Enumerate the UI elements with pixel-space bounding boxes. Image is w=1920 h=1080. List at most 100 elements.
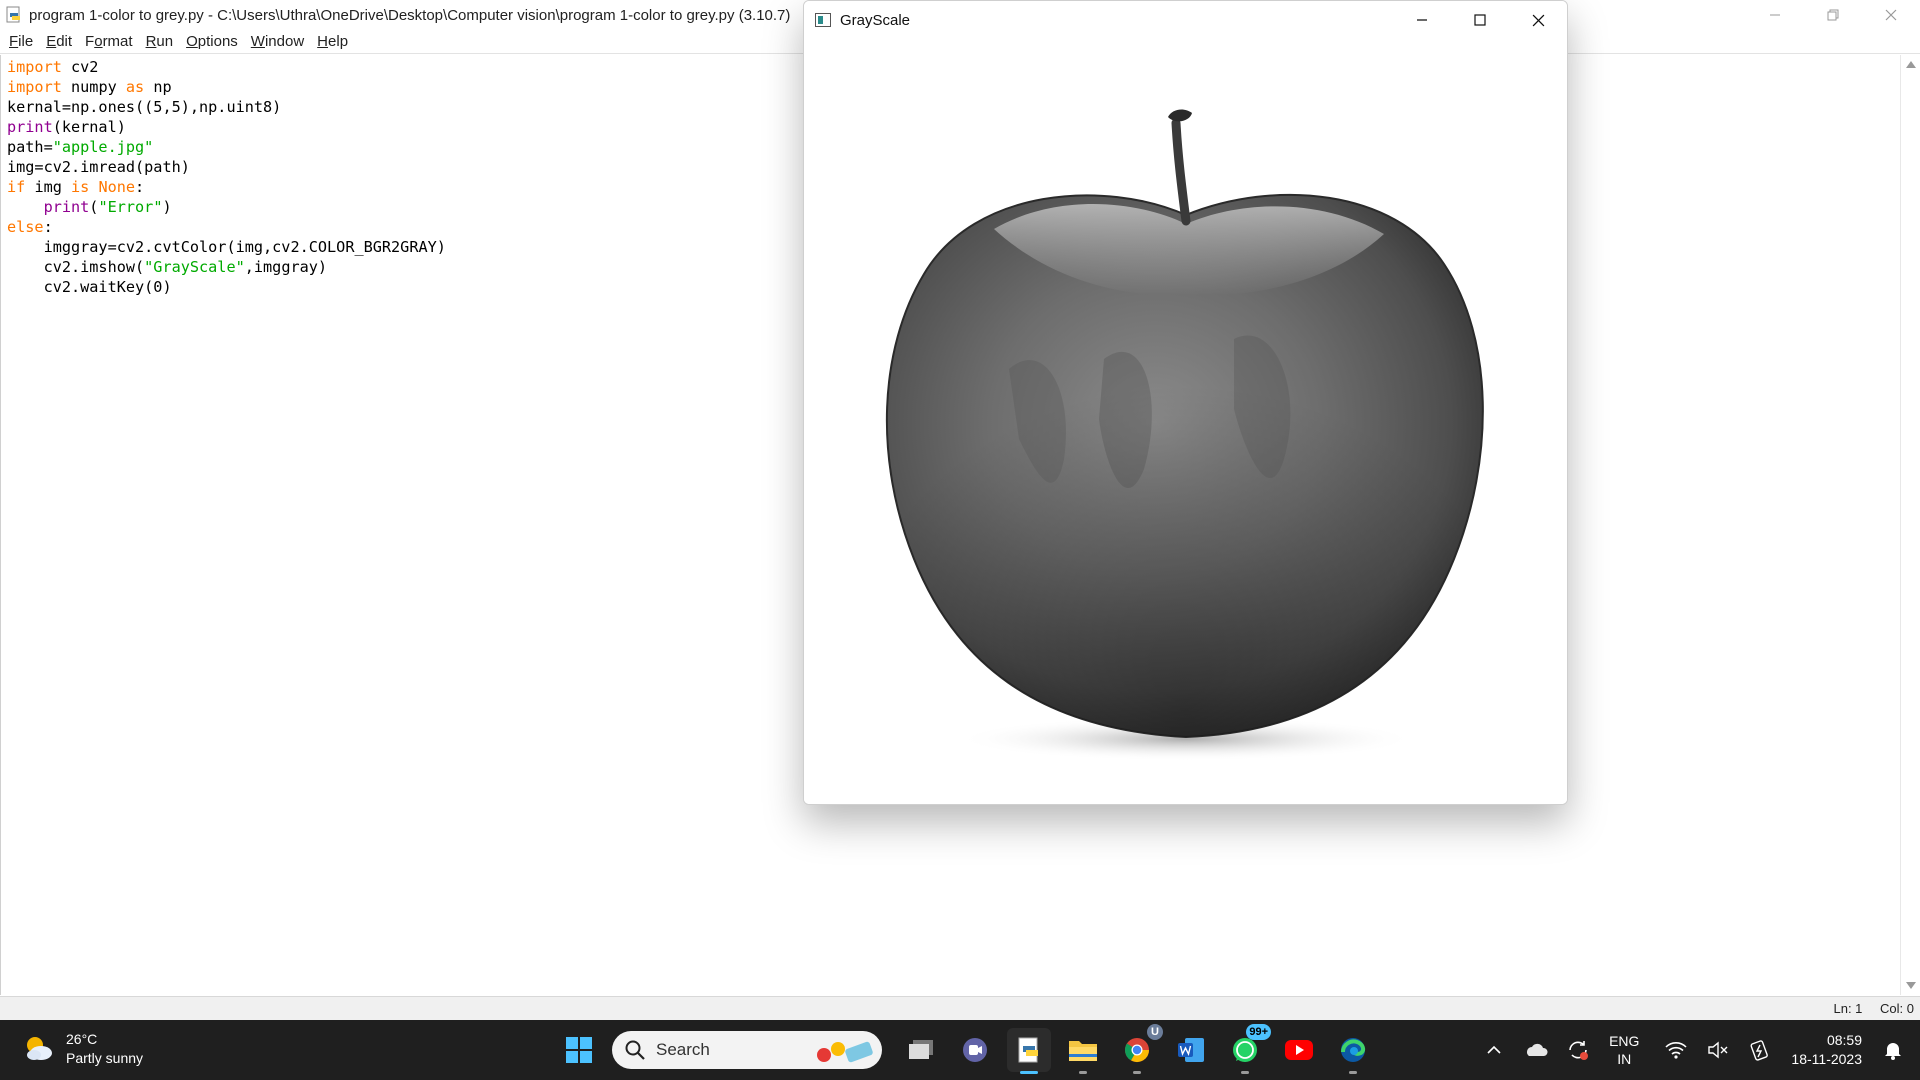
code-token: (kernal): [52, 118, 126, 136]
onedrive-cloud-icon: [1527, 1043, 1548, 1056]
start-button[interactable]: [557, 1028, 601, 1072]
menu-run[interactable]: Run: [146, 33, 174, 50]
code-token: ,imggray): [244, 258, 328, 276]
whatsapp-button[interactable]: 99+: [1223, 1024, 1271, 1074]
python-file-icon: [6, 6, 20, 23]
chrome-profile-badge: U: [1147, 1024, 1163, 1040]
network-button[interactable]: [1661, 1035, 1691, 1065]
code-token: ): [162, 198, 172, 216]
search-icon: [625, 1040, 645, 1060]
code-line[interactable]: path="apple.jpg": [7, 137, 446, 157]
code-line[interactable]: img=cv2.imread(path): [7, 157, 446, 177]
chrome-icon: [1125, 1038, 1149, 1063]
code-token: cv2.waitKey(0): [7, 278, 172, 296]
code-line[interactable]: kernal=np.ones((5,5),np.uint8): [7, 97, 446, 117]
task-view-button[interactable]: [899, 1028, 943, 1072]
idle-minimize-button[interactable]: [1746, 0, 1804, 30]
python-idle-icon: [1018, 1037, 1038, 1063]
word-icon: [1178, 1038, 1204, 1062]
menu-edit[interactable]: Edit: [46, 33, 72, 50]
code-token: "apple.jpg": [52, 138, 154, 156]
grayscale-title-bar[interactable]: GrayScale: [804, 1, 1567, 39]
chrome-button[interactable]: U: [1115, 1024, 1163, 1074]
code-token: if: [7, 178, 26, 196]
menu-help[interactable]: Help: [317, 33, 348, 50]
minimize-icon: [1417, 19, 1427, 21]
bell-icon: [1885, 1043, 1901, 1060]
grayscale-image-canvas: [804, 39, 1567, 804]
grayscale-apple-image: [885, 109, 1484, 761]
menu-format[interactable]: Format: [85, 33, 133, 50]
battery-charging-icon: [1750, 1040, 1769, 1061]
code-token: import: [7, 78, 62, 96]
scroll-down-arrow-icon[interactable]: [1906, 982, 1916, 989]
editor-vertical-scrollbar[interactable]: [1900, 55, 1920, 995]
code-token: np: [144, 78, 172, 96]
menu-window[interactable]: Window: [251, 33, 304, 50]
grayscale-window: GrayScale: [803, 0, 1568, 805]
code-token: img=cv2.imread(path): [7, 158, 190, 176]
weather-temperature: 26°C: [66, 1031, 98, 1047]
word-button[interactable]: [1169, 1028, 1213, 1072]
code-line[interactable]: if img is None:: [7, 177, 446, 197]
grayscale-maximize-button[interactable]: [1451, 1, 1509, 39]
code-token: path=: [7, 138, 53, 156]
code-token: print: [7, 118, 53, 136]
onedrive-button[interactable]: [1521, 1035, 1551, 1065]
active-app-indicator: [1020, 1071, 1038, 1074]
grayscale-close-button[interactable]: [1509, 1, 1567, 39]
teams-chat-button[interactable]: [953, 1028, 997, 1072]
scroll-up-arrow-icon[interactable]: [1906, 61, 1916, 68]
grayscale-minimize-button[interactable]: [1393, 1, 1451, 39]
code-token: :: [135, 178, 145, 196]
partly-sunny-icon: [27, 1037, 52, 1060]
code-line[interactable]: cv2.waitKey(0): [7, 277, 446, 297]
code-token: as: [125, 78, 145, 96]
code-token: "GrayScale": [144, 258, 245, 276]
code-line[interactable]: import numpy as np: [7, 77, 446, 97]
sync-button[interactable]: [1563, 1035, 1593, 1065]
menu-options[interactable]: Options: [186, 33, 238, 50]
notifications-button[interactable]: [1878, 1035, 1908, 1065]
code-line[interactable]: import cv2: [7, 57, 446, 77]
code-token: :: [43, 218, 53, 236]
idle-close-button[interactable]: [1862, 0, 1920, 30]
idle-status-bar: Ln: 1 Col: 0: [0, 996, 1920, 1020]
code-token: is: [71, 178, 90, 196]
idle-restore-button[interactable]: [1804, 0, 1862, 30]
menu-file[interactable]: File: [9, 33, 33, 50]
grayscale-window-title: GrayScale: [840, 11, 911, 29]
search-highlight-icon: [817, 1041, 873, 1063]
system-tray: ENG IN 08:59 18-11-2023: [1473, 1020, 1920, 1080]
code-line[interactable]: cv2.imshow("GrayScale",imggray): [7, 257, 446, 277]
taskbar-search-box[interactable]: Search: [612, 1031, 882, 1069]
close-icon: [1532, 14, 1544, 26]
code-line[interactable]: imggray=cv2.cvtColor(img,cv2.COLOR_BGR2G…: [7, 237, 446, 257]
edge-button[interactable]: [1331, 1028, 1375, 1074]
code-token: numpy: [61, 78, 126, 96]
teams-icon: [963, 1038, 987, 1062]
code-line[interactable]: print("Error"): [7, 197, 446, 217]
taskbar: 26°C Partly sunny Search U 99+ ENG IN 08…: [0, 1020, 1920, 1080]
code-line[interactable]: print(kernal): [7, 117, 446, 137]
source-code[interactable]: import cv2 import numpy as np kernal=np.on…: [7, 57, 446, 297]
taskbar-clock[interactable]: 08:59 18-11-2023: [1791, 1031, 1862, 1069]
running-app-indicator: [1133, 1071, 1141, 1074]
input-language-indicator[interactable]: ENG IN: [1609, 1032, 1639, 1068]
code-token: kernal=np.ones((5,5),np.uint8): [7, 98, 282, 116]
volume-button[interactable]: [1703, 1035, 1733, 1065]
file-explorer-icon: [1069, 1041, 1097, 1061]
code-token: cv2.imshow(: [7, 258, 145, 276]
weather-widget[interactable]: 26°C Partly sunny: [22, 1030, 143, 1068]
battery-button[interactable]: [1745, 1035, 1775, 1065]
code-token: "Error": [98, 198, 163, 216]
code-line[interactable]: else:: [7, 217, 446, 237]
file-explorer-button[interactable]: [1061, 1028, 1105, 1074]
show-hidden-icons-button[interactable]: [1479, 1035, 1509, 1065]
clock-time: 08:59: [1826, 1032, 1862, 1048]
language-code: ENG: [1609, 1033, 1640, 1049]
python-idle-taskbar-button[interactable]: [1007, 1028, 1051, 1074]
sync-icon: [1569, 1041, 1589, 1060]
youtube-button[interactable]: [1277, 1028, 1321, 1072]
